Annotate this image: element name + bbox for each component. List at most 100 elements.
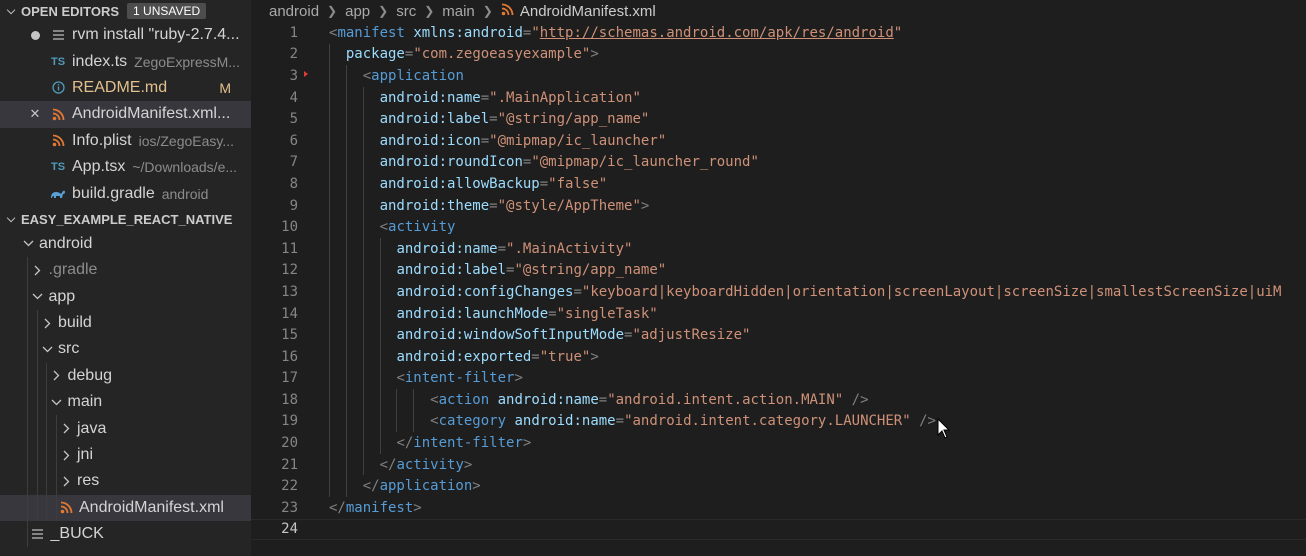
- code-line[interactable]: 10 <activity: [251, 216, 1306, 238]
- token-str: "@style/AppTheme": [497, 197, 641, 214]
- token-pun: =: [615, 413, 625, 430]
- unsaved-dot-icon: [24, 30, 46, 40]
- rss-icon: [50, 108, 66, 121]
- code-line[interactable]: 11 android:name=".MainActivity": [251, 237, 1306, 260]
- indent-guide: [27, 336, 28, 363]
- breadcrumb-file[interactable]: AndroidManifest.xml: [520, 3, 656, 20]
- code-line[interactable]: 17 <intent-filter>: [251, 367, 1306, 390]
- code-line[interactable]: 20 </intent-filter>: [251, 432, 1306, 454]
- code-area[interactable]: 1 <manifest xmlns:android="http://schemas…: [251, 22, 1306, 541]
- token-pun: >: [472, 478, 481, 495]
- token-pun: =: [531, 348, 540, 365]
- indent-guide: [27, 257, 28, 284]
- file-path: android: [161, 185, 209, 202]
- token-tag: manifest: [345, 499, 414, 516]
- open-editor-item[interactable]: ✕ AndroidManifest.xml...: [0, 101, 251, 128]
- indent-guide: [46, 415, 47, 442]
- chevron-down-icon: [19, 240, 37, 247]
- code-line[interactable]: 6 android:icon="@mipmap/ic_launcher": [251, 129, 1306, 152]
- code-line[interactable]: 7 android:roundIcon="@mipmap/ic_launcher…: [251, 151, 1306, 174]
- code-text: android:launchMode="singleTask": [329, 305, 657, 322]
- token-pun: =: [548, 305, 557, 322]
- code-line[interactable]: 3 <application: [251, 65, 1306, 87]
- tree-folder[interactable]: java: [0, 415, 251, 442]
- breadcrumb-item[interactable]: app: [345, 3, 370, 20]
- code-line[interactable]: 22 </application>: [251, 475, 1306, 498]
- token-attr: android:windowSoftInputMode: [396, 327, 625, 344]
- open-editor-item[interactable]: Info.plist ios/ZegoEasy...: [0, 128, 251, 154]
- project-title: EASY_EXAMPLE_REACT_NATIVE: [21, 212, 233, 228]
- code-line[interactable]: 4 android:name=".MainApplication": [251, 86, 1306, 109]
- file-name: index.ts: [72, 52, 128, 70]
- code-text: android:label="@string/app_name": [329, 111, 650, 128]
- code-line[interactable]: 13 android:configChanges="keyboard|keybo…: [251, 281, 1306, 303]
- code-text: android:exported="true">: [329, 348, 598, 365]
- indent-guide: [36, 468, 38, 495]
- open-editors-header[interactable]: ⌵ OPEN EDITORS 1 UNSAVED: [0, 0, 251, 22]
- code-line[interactable]: 14 android:launchMode="singleTask": [251, 302, 1306, 325]
- indent-guide: [36, 494, 38, 522]
- code-line[interactable]: 5 android:label="@string/app_name": [251, 108, 1306, 130]
- open-editor-item[interactable]: build.gradle android: [0, 180, 251, 206]
- token-pun: =: [489, 111, 498, 128]
- tree-folder[interactable]: android: [0, 231, 251, 257]
- tree-folder[interactable]: src: [0, 336, 251, 363]
- code-line[interactable]: 23 </manifest>: [251, 497, 1306, 519]
- breadcrumb-item[interactable]: main: [442, 3, 475, 20]
- rss-icon: [50, 134, 66, 147]
- code-line[interactable]: 18 <action android:name="android.intent.…: [251, 389, 1306, 411]
- code-line[interactable]: 9 android:theme="@style/AppTheme">: [251, 194, 1306, 217]
- tree-folder[interactable]: .gradle: [0, 257, 251, 284]
- token-tag: intent-filter: [404, 370, 515, 387]
- chevron-right-icon: [57, 423, 75, 434]
- code-line[interactable]: 2 package="com.zegoeasyexample">: [251, 43, 1306, 66]
- token-attr: android:name: [379, 89, 481, 106]
- code-line[interactable]: 12 android:label="@string/app_name": [251, 259, 1306, 282]
- tree-folder[interactable]: res: [0, 468, 251, 495]
- tree-folder[interactable]: jni: [0, 441, 251, 469]
- code-line[interactable]: 16 android:exported="true">: [251, 345, 1306, 368]
- indent-guide: [27, 441, 28, 469]
- tree-folder[interactable]: main: [0, 389, 251, 416]
- unsaved-badge: 1 UNSAVED: [127, 3, 207, 19]
- file-name: App.tsx: [72, 158, 126, 176]
- token-pun: >: [514, 370, 523, 387]
- open-editors-title: OPEN EDITORS: [21, 3, 120, 19]
- token-str: "@mipmap/ic_launcher": [489, 132, 667, 149]
- open-editor-item[interactable]: rvm install "ruby-2.7.4...: [0, 22, 251, 48]
- token-attr: android:label: [396, 262, 507, 279]
- code-line[interactable]: 15 android:windowSoftInputMode="adjustRe…: [251, 324, 1306, 346]
- tree-label: jni: [77, 446, 94, 464]
- tree-label: .gradle: [48, 261, 98, 279]
- token-attr: xmlns:android: [413, 24, 523, 41]
- code-line[interactable]: 1 <manifest xmlns:android="http://schemas…: [251, 22, 1306, 44]
- code-line[interactable]: 8 android:allowBackup="false": [251, 173, 1306, 195]
- code-line[interactable]: 24: [251, 518, 1306, 541]
- token-attr: android:name: [514, 413, 616, 430]
- close-icon[interactable]: ✕: [24, 106, 46, 122]
- tree-folder[interactable]: build: [0, 309, 251, 337]
- indent-guide: [36, 336, 38, 363]
- breadcrumb-item[interactable]: src: [396, 3, 416, 20]
- tree-folder[interactable]: app: [0, 283, 251, 310]
- line-number: 21: [281, 456, 298, 473]
- tree-file[interactable]: _BUCK: [0, 521, 251, 548]
- code-text: <activity: [329, 219, 456, 235]
- file-path: ios/ZegoEasy...: [138, 132, 235, 149]
- git-change-marker: [304, 71, 308, 78]
- code-line[interactable]: 19 <category android:name="android.inten…: [251, 410, 1306, 433]
- open-editor-item[interactable]: README.md M: [0, 75, 251, 101]
- tree-file[interactable]: AndroidManifest.xml: [0, 494, 251, 522]
- token-link[interactable]: http://schemas.android.com/apk/res/andro…: [540, 25, 894, 41]
- breadcrumb-item[interactable]: android: [269, 3, 319, 20]
- project-header[interactable]: ⌵ EASY_EXAMPLE_REACT_NATIVE: [0, 209, 251, 231]
- tree-folder[interactable]: debug: [0, 362, 251, 390]
- open-editor-item[interactable]: TS App.tsx ~/Downloads/e...: [0, 154, 251, 180]
- open-editor-item[interactable]: TS index.ts ZegoExpressM...: [0, 48, 251, 74]
- token-pun: </: [362, 478, 380, 495]
- code-line[interactable]: 21 </activity>: [251, 453, 1306, 476]
- file-name: README.md: [72, 78, 168, 96]
